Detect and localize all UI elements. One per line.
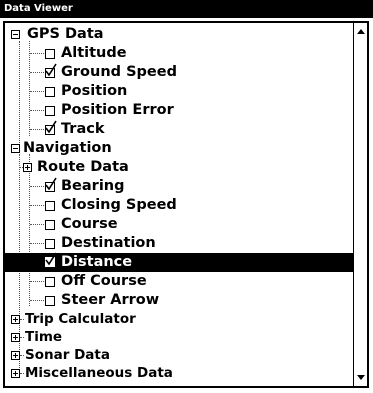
branch-line (30, 300, 44, 301)
tree-item-closing-speed[interactable]: Closing Speed (5, 196, 353, 215)
checkmark-icon (45, 63, 57, 77)
tree-node-navigation[interactable]: Navigation (5, 139, 353, 158)
branch-line (20, 373, 24, 374)
checkbox-checked-icon[interactable] (45, 63, 57, 78)
expand-icon[interactable] (11, 351, 20, 360)
checkbox-icon[interactable] (45, 296, 55, 306)
branch-line (30, 129, 44, 130)
tree-node-label: Sonar Data (25, 347, 110, 363)
tree-node-miscellaneous-data[interactable]: Miscellaneous Data (5, 364, 353, 383)
tree-item-off-course[interactable]: Off Course (5, 272, 353, 291)
checkbox-icon[interactable] (45, 239, 55, 249)
tree-item-label: Track (61, 121, 105, 137)
tree-node-label: Navigation (23, 140, 112, 156)
tree-item-bearing[interactable]: Bearing (5, 177, 353, 196)
tree-item-position[interactable]: Position (5, 82, 353, 101)
checkbox-icon[interactable] (45, 277, 55, 287)
tree-node-label: Miscellaneous Data (25, 365, 173, 381)
scroll-down-arrow-icon[interactable] (357, 375, 365, 380)
branch-line (30, 205, 44, 206)
tree-item-position-error[interactable]: Position Error (5, 101, 353, 120)
branch-line (30, 53, 44, 54)
tree-item-label: Bearing (61, 178, 125, 194)
checkbox-icon[interactable] (45, 87, 55, 97)
tree-item-label: Altitude (61, 45, 127, 61)
tree-item-label: Off Course (61, 273, 147, 289)
tree-item-label: Steer Arrow (61, 292, 160, 308)
collapse-icon[interactable] (11, 30, 20, 39)
tree-item-label: Course (61, 216, 118, 232)
tree-node-trip-calculator[interactable]: Trip Calculator (5, 310, 353, 329)
branch-line (30, 72, 44, 73)
checkbox-icon[interactable] (45, 106, 55, 116)
tree-node-label: Route Data (37, 159, 129, 175)
tree-item-label: Position (61, 83, 128, 99)
tree-node-time[interactable]: Time (5, 328, 353, 347)
tree-item-course[interactable]: Course (5, 215, 353, 234)
tree-item-distance-selected[interactable]: Distance (5, 252, 353, 272)
checkbox-checked-icon[interactable] (45, 120, 57, 135)
tree-item-label: Destination (61, 235, 156, 251)
tree-item-altitude[interactable]: Altitude (5, 44, 353, 63)
tree-node-label: Trip Calculator (25, 311, 136, 327)
branch-line (20, 319, 24, 320)
branch-line (20, 355, 24, 356)
vertical-scrollbar[interactable] (353, 23, 367, 386)
checkbox-checked-icon[interactable] (45, 252, 57, 267)
tree-node-route-data[interactable]: Route Data (5, 158, 353, 177)
tree-item-ground-speed[interactable]: Ground Speed (5, 63, 353, 82)
branch-line (30, 110, 44, 111)
checkbox-icon[interactable] (45, 201, 55, 211)
tree-node-label: Time (25, 329, 63, 345)
expand-icon[interactable] (11, 315, 20, 324)
tree-item-label: Closing Speed (61, 197, 177, 213)
checkbox-icon[interactable] (45, 220, 55, 230)
tree-item-destination[interactable]: Destination (5, 234, 353, 253)
data-tree: GPS Data Altitude Ground Speed Position … (5, 23, 355, 386)
tree-node-gps-data[interactable]: GPS Data (5, 25, 353, 44)
expand-icon[interactable] (23, 163, 32, 172)
scroll-up-arrow-icon[interactable] (357, 29, 365, 34)
branch-line (30, 243, 44, 244)
tree-node-sonar-data[interactable]: Sonar Data (5, 346, 353, 365)
branch-line (30, 91, 44, 92)
tree-item-track[interactable]: Track (5, 120, 353, 139)
checkmark-icon (45, 177, 57, 191)
collapse-icon[interactable] (11, 144, 20, 153)
expand-icon[interactable] (11, 369, 20, 378)
checkbox-checked-icon[interactable] (45, 177, 57, 192)
tree-node-label: GPS Data (27, 26, 104, 42)
tree-item-label: Position Error (61, 102, 174, 118)
branch-line (30, 186, 44, 187)
tree-item-label: Ground Speed (61, 64, 177, 80)
branch-line (30, 281, 44, 282)
expand-icon[interactable] (11, 333, 20, 342)
window-title: Data Viewer (0, 0, 373, 18)
checkmark-icon (45, 120, 57, 134)
checkmark-icon (45, 252, 57, 266)
tree-item-label: Distance (61, 254, 133, 270)
tree-item-steer-arrow[interactable]: Steer Arrow (5, 291, 353, 310)
checkbox-icon[interactable] (45, 49, 55, 59)
branch-line (20, 337, 24, 338)
tree-panel: GPS Data Altitude Ground Speed Position … (3, 21, 369, 388)
branch-line (30, 224, 44, 225)
